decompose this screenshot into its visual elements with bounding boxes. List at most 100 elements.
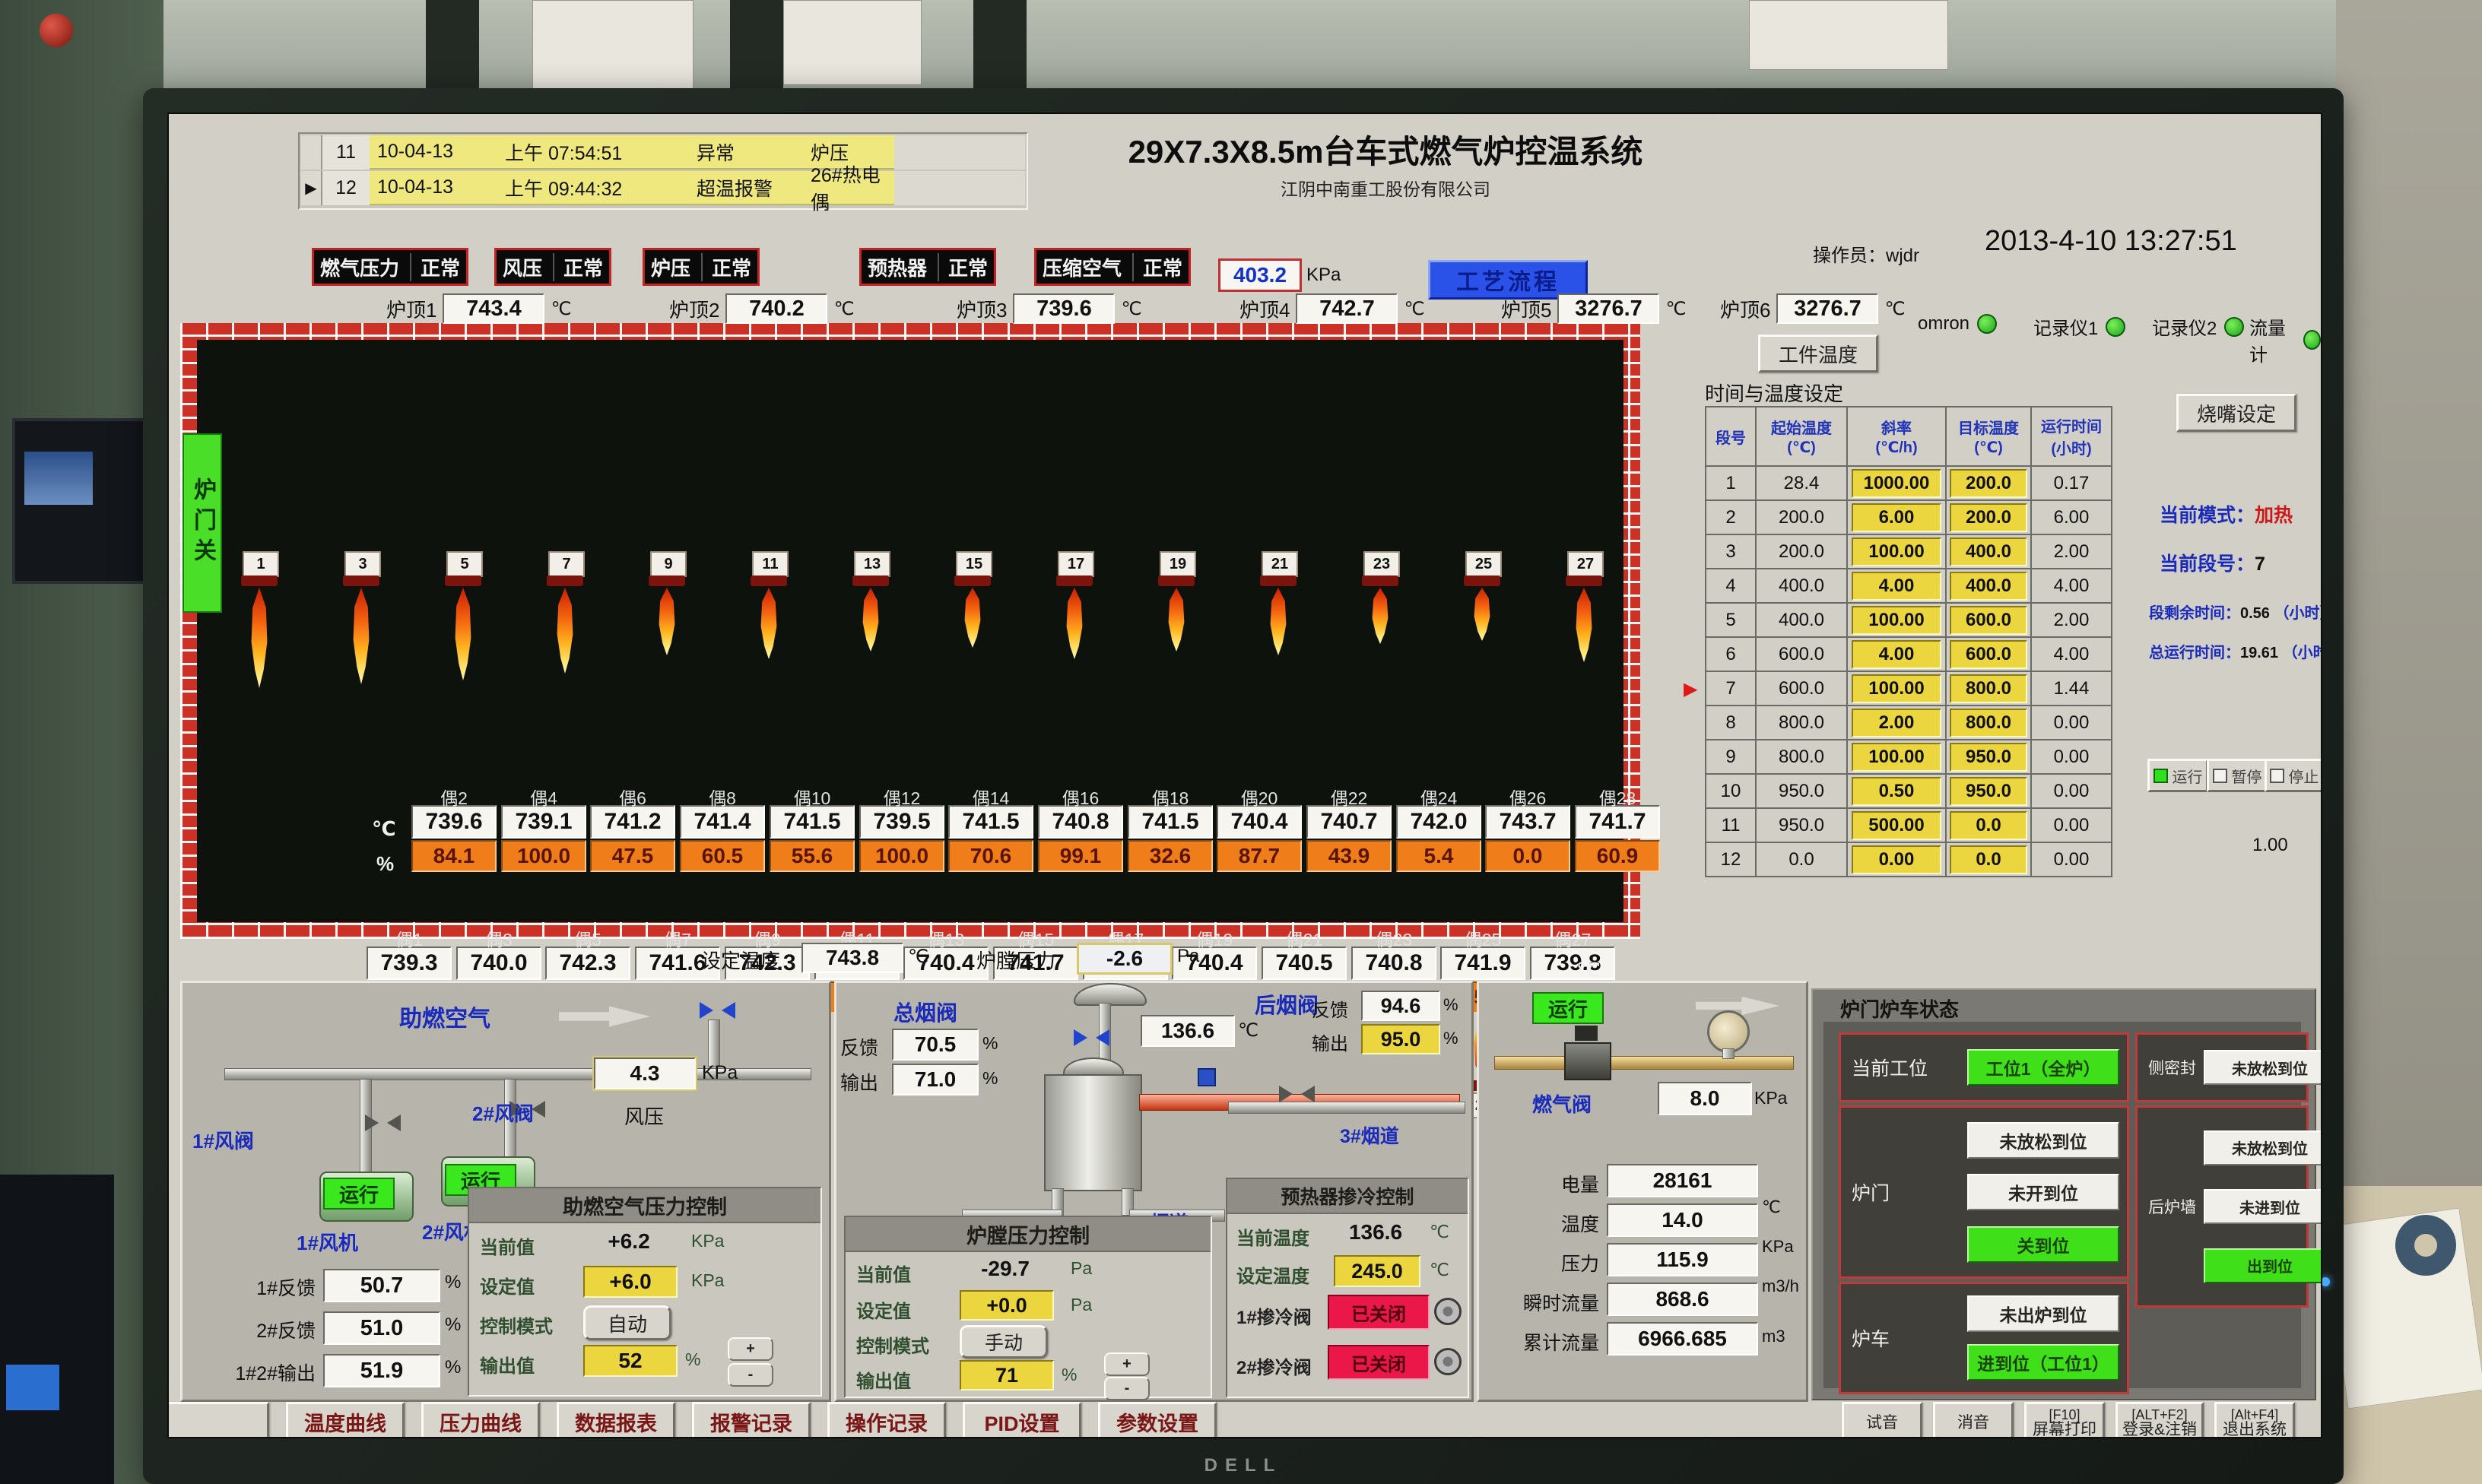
schedule-cell[interactable]: 2.00 (2031, 534, 2112, 569)
schedule-cell[interactable]: 4.00 (2031, 637, 2112, 671)
run-button[interactable]: 运行 (2147, 759, 2208, 792)
schedule-cell[interactable]: 200.0 (1946, 466, 2031, 500)
air-out-minus-button[interactable]: - (728, 1363, 773, 1387)
burner-settings-button[interactable]: 烧嘴设定 (2176, 394, 2296, 432)
schedule-cell[interactable]: 800.0 (1946, 706, 2031, 740)
schedule-cell[interactable]: 800.0 (1756, 706, 1847, 740)
schedule-cell[interactable]: 600.0 (1946, 637, 2031, 671)
schedule-row[interactable]: 8800.02.00800.00.00 (1706, 706, 2112, 740)
schedule-row[interactable]: 4400.04.00400.04.00 (1706, 569, 2112, 603)
nav-button[interactable]: 操作记录 (827, 1402, 946, 1438)
schedule-row[interactable]: 7▶600.0100.00800.01.44 (1706, 671, 2112, 706)
nav-button[interactable]: 参数设置 (1098, 1402, 1217, 1438)
schedule-cell[interactable]: 200.0 (1756, 500, 1847, 534)
precool-set-value[interactable]: 245.0 (1334, 1255, 1420, 1287)
schedule-cell[interactable]: 800.0 (1756, 740, 1847, 774)
alarm-row[interactable]: 1110-04-13上午 07:54:51异常炉压 (301, 135, 1025, 170)
schedule-cell[interactable]: 950.0 (1756, 774, 1847, 808)
schedule-cell[interactable]: 0.00 (2031, 774, 2112, 808)
schedule-cell[interactable]: 1000.00 (1847, 466, 1946, 500)
tc-label: 偶19 (1172, 925, 1257, 947)
cp-out-plus-button[interactable]: + (1104, 1352, 1150, 1376)
schedule-row[interactable]: 6600.04.00600.04.00 (1706, 637, 2112, 671)
schedule-cell[interactable]: 6.00 (2031, 500, 2112, 534)
schedule-cell[interactable]: 200.0 (1756, 534, 1847, 569)
cp-out-minus-button[interactable]: - (1104, 1377, 1150, 1400)
cp-out-value[interactable]: 71 (960, 1360, 1054, 1390)
schedule-cell[interactable]: 0.00 (2031, 740, 2112, 774)
handwheel-icon[interactable] (1434, 1348, 1462, 1375)
partial-button[interactable] (167, 1402, 269, 1438)
schedule-cell[interactable]: 4.00 (1847, 637, 1946, 671)
schedule-cell[interactable]: 0.00 (2031, 808, 2112, 842)
set-temp-unit: ℃ (908, 946, 928, 968)
air-out-plus-button[interactable]: + (728, 1337, 773, 1361)
alarm-row[interactable]: ▶1210-04-13上午 09:44:32超温报警26#热电偶 (301, 171, 1025, 205)
schedule-row[interactable]: 10950.00.50950.00.00 (1706, 774, 2112, 808)
nav-button[interactable]: 报警记录 (692, 1402, 811, 1438)
schedule-cell[interactable]: 4.00 (2031, 569, 2112, 603)
schedule-row[interactable]: 128.41000.00200.00.17 (1706, 466, 2112, 500)
system-button[interactable]: [F10]屏幕打印 (2024, 1402, 2105, 1438)
schedule-cell[interactable]: 6.00 (1847, 500, 1946, 534)
system-button[interactable]: 试音 (1842, 1402, 1922, 1438)
schedule-row[interactable]: 9800.0100.00950.00.00 (1706, 740, 2112, 774)
schedule-row[interactable]: 11950.0500.000.00.00 (1706, 808, 2112, 842)
schedule-cell[interactable]: 4.00 (1847, 569, 1946, 603)
cp-set-value[interactable]: +0.0 (960, 1290, 1054, 1321)
schedule-cell[interactable]: 800.0 (1946, 671, 2031, 706)
schedule-cell[interactable]: 100.00 (1847, 671, 1946, 706)
schedule-table[interactable]: 段号起始温度 (℃)斜率 (℃/h)目标温度 (℃)运行时间 (小时)128.4… (1705, 406, 2112, 877)
schedule-cell[interactable]: 0.0 (1756, 842, 1847, 877)
schedule-cell[interactable]: 400.0 (1946, 534, 2031, 569)
schedule-row[interactable]: 5400.0100.00600.02.00 (1706, 603, 2112, 637)
schedule-cell[interactable]: 0.00 (2031, 706, 2112, 740)
schedule-row[interactable]: 120.00.000.00.00 (1706, 842, 2112, 877)
schedule-cell[interactable]: 1.44 (2031, 671, 2112, 706)
schedule-cell[interactable]: 950.0 (1946, 774, 2031, 808)
system-button[interactable]: 消音 (1933, 1402, 2014, 1438)
rear-out-value[interactable]: 95.0 (1361, 1024, 1440, 1054)
schedule-cell[interactable]: 400.0 (1756, 569, 1847, 603)
schedule-cell[interactable]: 100.00 (1847, 534, 1946, 569)
schedule-cell[interactable]: 600.0 (1756, 637, 1847, 671)
cp-mode-button[interactable]: 手动 (960, 1325, 1048, 1359)
schedule-cell[interactable]: 0.0 (1946, 842, 2031, 877)
air-set-value[interactable]: +6.0 (583, 1266, 678, 1298)
schedule-cell[interactable]: 200.0 (1946, 500, 2031, 534)
alarm-list[interactable]: 1110-04-13上午 07:54:51异常炉压▶1210-04-13上午 0… (298, 132, 1028, 210)
pause-button[interactable]: 暂停 (2207, 759, 2268, 792)
schedule-cell[interactable]: 2.00 (2031, 603, 2112, 637)
air-out-value[interactable]: 52 (583, 1345, 678, 1377)
schedule-cell[interactable]: 28.4 (1756, 466, 1847, 500)
schedule-cell[interactable]: 600.0 (1756, 671, 1847, 706)
schedule-cell[interactable]: 0.00 (2031, 842, 2112, 877)
schedule-cell[interactable]: 500.00 (1847, 808, 1946, 842)
system-button[interactable]: [ALT+F2]登录&注销 (2115, 1402, 2204, 1438)
schedule-cell[interactable]: 0.0 (1946, 808, 2031, 842)
schedule-cell[interactable]: 2.00 (1847, 706, 1946, 740)
air-mode-button[interactable]: 自动 (583, 1305, 671, 1340)
stop-button[interactable]: 停止 (2265, 759, 2322, 792)
schedule-cell[interactable]: 950.0 (1756, 808, 1847, 842)
nav-button[interactable]: 数据报表 (557, 1402, 675, 1438)
schedule-cell[interactable]: 950.0 (1946, 740, 2031, 774)
schedule-cell[interactable]: 0.50 (1847, 774, 1946, 808)
workpiece-temp-button[interactable]: 工件温度 (1758, 335, 1878, 373)
schedule-cell[interactable]: 0.00 (1847, 842, 1946, 877)
nav-button[interactable]: 压力曲线 (421, 1402, 540, 1438)
schedule-row[interactable]: 2200.06.00200.06.00 (1706, 500, 2112, 534)
schedule-cell[interactable]: 100.00 (1847, 603, 1946, 637)
nav-button[interactable]: 温度曲线 (286, 1402, 405, 1438)
schedule-cell[interactable]: 400.0 (1946, 569, 2031, 603)
system-button[interactable]: [Alt+F4]退出系统 (2214, 1402, 2295, 1438)
burner-number-tag: 27 (1567, 551, 1604, 577)
nav-button[interactable]: PID设置 (963, 1402, 1081, 1438)
schedule-row[interactable]: 3200.0100.00400.02.00 (1706, 534, 2112, 569)
schedule-cell[interactable]: 600.0 (1946, 603, 2031, 637)
schedule-cell[interactable]: 0.17 (2031, 466, 2112, 500)
schedule-cell[interactable]: 100.00 (1847, 740, 1946, 774)
handwheel-icon[interactable] (1434, 1298, 1462, 1325)
combustion-air-panel: 助燃空气 运行 运行 1#风阀 2#风阀 1#风机 2#风机 4.3 KPa 风… (180, 981, 831, 1402)
schedule-cell[interactable]: 400.0 (1756, 603, 1847, 637)
